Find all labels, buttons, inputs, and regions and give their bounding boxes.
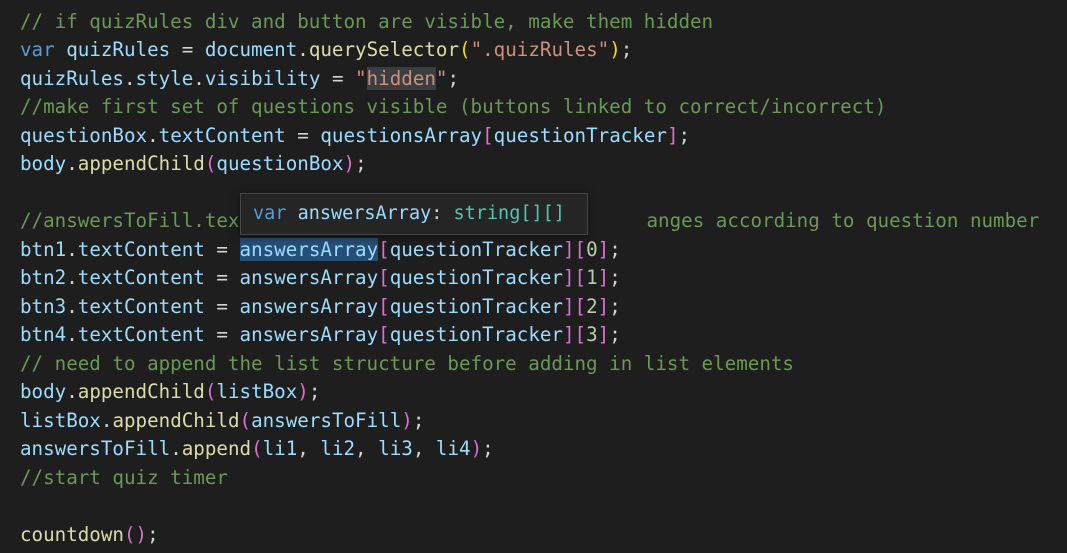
code-line[interactable]: listBox.appendChild(answersToFill);	[20, 407, 424, 435]
identifier: textContent	[158, 124, 286, 147]
hovered-identifier[interactable]: answersArray	[239, 238, 379, 261]
bracket: ]	[666, 124, 679, 147]
semicolon: ;	[308, 380, 321, 403]
function-name: append	[181, 437, 252, 460]
identifier: questionBox	[20, 124, 148, 147]
identifier: questionTracker	[389, 238, 563, 261]
function-name: countdown	[20, 523, 124, 546]
identifier: body	[20, 152, 67, 175]
code-editor[interactable]: // if quizRules div and button are visib…	[0, 0, 1067, 553]
operator: =	[320, 67, 356, 90]
identifier: btn1	[20, 238, 67, 261]
identifier: answersToFill	[251, 409, 402, 432]
bracket: )	[609, 38, 621, 61]
identifier: quizRules	[66, 38, 171, 61]
code-line-comment[interactable]: // if quizRules div and button are visib…	[20, 8, 713, 36]
identifier: questionTracker	[389, 266, 563, 289]
identifier: textContent	[77, 238, 205, 261]
identifier: btn2	[20, 266, 67, 289]
number-literal: 1	[586, 266, 598, 289]
function-name: appendChild	[112, 409, 240, 432]
string-quote: "	[355, 67, 367, 90]
number-literal: 2	[586, 295, 598, 318]
semicolon: ;	[447, 67, 460, 90]
identifier: visibility	[204, 67, 321, 90]
identifier: answersToFill	[20, 437, 171, 460]
code-line[interactable]: countdown();	[20, 521, 159, 549]
identifier: btn4	[20, 323, 67, 346]
identifier: answersArray	[239, 323, 379, 346]
identifier: li1	[262, 437, 298, 460]
identifier: li2	[320, 437, 356, 460]
identifier: questionTracker	[389, 323, 563, 346]
string-selection-highlight: hidden	[366, 67, 436, 90]
number-literal: 0	[586, 238, 598, 261]
function-name: querySelector	[308, 38, 460, 61]
function-name: appendChild	[77, 380, 205, 403]
code-line-comment[interactable]: //start quiz timer	[20, 464, 228, 492]
identifier: quizRules	[20, 67, 124, 90]
hover-tooltip: var answersArray: string[][]	[240, 193, 588, 235]
identifier: btn3	[20, 295, 67, 318]
identifier: listBox	[216, 380, 298, 403]
operator: =	[170, 38, 205, 61]
tooltip-colon: :	[431, 203, 454, 224]
code-line-comment[interactable]: //make first set of questions visible (b…	[20, 93, 886, 121]
operator: =	[285, 124, 321, 147]
semicolon: ;	[678, 124, 691, 147]
comment-end: anges according to question number	[646, 209, 1040, 232]
identifier: questionsArray	[320, 124, 483, 147]
bracket: [	[482, 124, 494, 147]
identifier: li3	[378, 437, 413, 460]
identifier: questionTracker	[389, 295, 563, 318]
identifier: textContent	[77, 323, 205, 346]
dot: .	[297, 38, 309, 61]
semicolon: ;	[147, 523, 159, 546]
tooltip-type: string[][]	[453, 203, 565, 224]
bracket: )	[343, 152, 356, 175]
code-line[interactable]: body.appendChild(listBox);	[20, 378, 320, 406]
identifier: document	[204, 38, 298, 61]
identifier: li4	[435, 437, 471, 460]
code-line-comment[interactable]: // need to append the list structure bef…	[20, 350, 794, 378]
code-line[interactable]: answersToFill.append(li1, li2, li3, li4)…	[20, 435, 494, 463]
semicolon: ;	[412, 409, 425, 432]
semicolon: ;	[482, 437, 494, 460]
function-name: appendChild	[77, 152, 205, 175]
code-line[interactable]: questionBox.textContent = questionsArray…	[20, 122, 690, 150]
comment-start: //answersToFill.tex	[20, 209, 240, 232]
code-line[interactable]: var quizRules = document.querySelector("…	[20, 36, 632, 64]
identifier: listBox	[20, 409, 101, 432]
code-line[interactable]: quizRules.style.visibility = "hidden";	[20, 65, 459, 93]
identifier: answersArray	[239, 295, 379, 318]
number-literal: 3	[586, 323, 598, 346]
semicolon: ;	[620, 38, 633, 61]
tooltip-identifier: answersArray	[297, 203, 432, 224]
identifier: style	[135, 67, 194, 90]
identifier: questionTracker	[493, 124, 667, 147]
identifier: questionBox	[216, 152, 344, 175]
code-line[interactable]: body.appendChild(questionBox);	[20, 150, 367, 178]
bracket: (	[459, 38, 471, 61]
identifier: textContent	[77, 295, 205, 318]
string-quote: "	[435, 67, 448, 90]
identifier: body	[20, 380, 67, 403]
keyword: var	[20, 38, 55, 61]
tooltip-keyword: var	[253, 203, 287, 224]
code-line[interactable]: btn1.textContent = answersArray[question…	[20, 236, 621, 264]
code-line[interactable]: btn4.textContent = answersArray[question…	[20, 321, 621, 349]
semicolon: ;	[355, 152, 367, 175]
identifier: answersArray	[239, 266, 379, 289]
identifier: textContent	[77, 266, 205, 289]
code-line[interactable]: btn2.textContent = answersArray[question…	[20, 264, 621, 292]
bracket: (	[204, 152, 217, 175]
string-literal: ".quizRules"	[470, 38, 610, 61]
code-line[interactable]: btn3.textContent = answersArray[question…	[20, 293, 621, 321]
